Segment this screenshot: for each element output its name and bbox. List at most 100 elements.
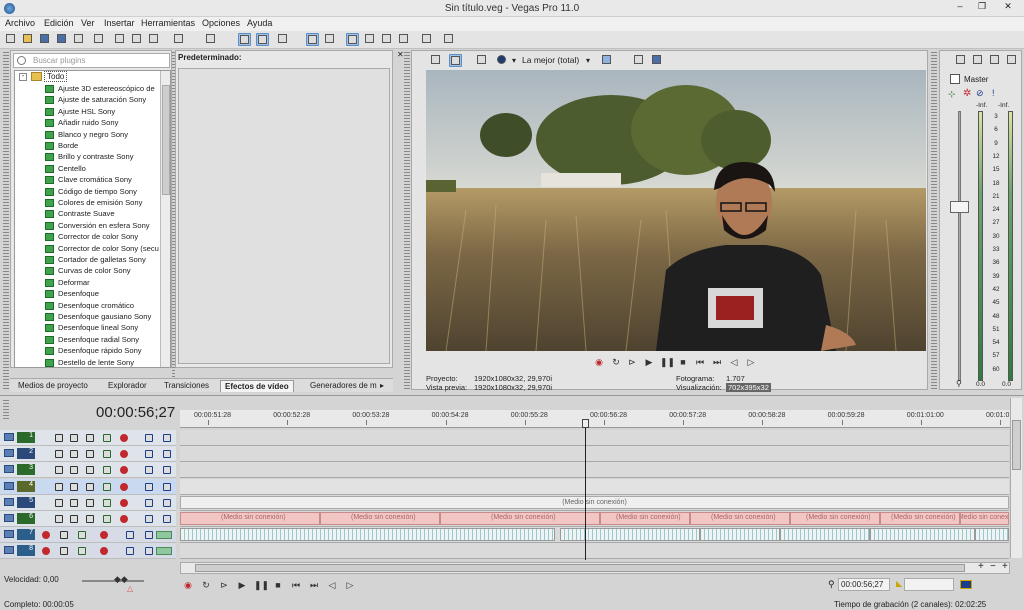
audio-clip[interactable] — [700, 528, 780, 542]
split-screen-button[interactable] — [475, 54, 488, 67]
snapshot-icon[interactable] — [960, 580, 972, 589]
more-tabs-icon[interactable]: ▸ — [380, 381, 384, 390]
video-clip[interactable]: (Medio sin conexión) — [880, 512, 960, 525]
speed-slider[interactable] — [82, 580, 144, 582]
menu-ayuda[interactable]: Ayuda — [244, 18, 275, 28]
plugin-item[interactable]: Ajuste HSL Sony — [15, 106, 170, 117]
audio-clip[interactable] — [975, 528, 1009, 542]
open-button[interactable] — [21, 33, 34, 46]
menu-opciones[interactable]: Opciones — [199, 18, 243, 28]
mute-icon[interactable]: ⊘ — [976, 88, 984, 99]
speed-handle-icon[interactable]: ◆◆ — [114, 574, 128, 585]
external-monitor-button[interactable] — [449, 54, 462, 67]
zoom-tool-button[interactable] — [397, 33, 410, 46]
plugin-item[interactable]: Ajuste 3D estereoscópico de — [15, 83, 170, 94]
plugin-item[interactable]: Desenfoque lineal Sony — [15, 322, 170, 333]
play-from-start-icon[interactable]: ⊳ — [626, 356, 638, 368]
plugin-item[interactable]: Curvas de color Sony — [15, 265, 170, 276]
solo-icon[interactable]: ! — [992, 88, 995, 98]
master-fader[interactable] — [950, 201, 969, 213]
fx-icon[interactable]: ✲ — [963, 88, 971, 99]
video-clip[interactable]: (Medio sin conexión) — [600, 512, 690, 525]
downmix-button[interactable] — [971, 54, 984, 67]
tab-explorador[interactable]: Explorador — [104, 380, 151, 392]
overlays-button[interactable] — [600, 54, 613, 67]
previous-frame-icon[interactable]: ◁ — [728, 356, 740, 368]
video-clip[interactable]: (Medio sin conexión) — [690, 512, 790, 525]
menu-edicion[interactable]: Edición — [41, 18, 77, 28]
menu-insertar[interactable]: Insertar — [101, 18, 138, 28]
auto-ripple-button[interactable] — [238, 33, 251, 46]
plugin-item[interactable]: Desenfoque rápido Sony — [15, 345, 170, 356]
panel-grip[interactable] — [931, 52, 937, 390]
tab-efectos-video[interactable]: Efectos de vídeo — [220, 380, 294, 392]
lock-faders-button[interactable] — [1005, 54, 1018, 67]
search-plugins-box[interactable]: Buscar plugins — [13, 53, 170, 68]
auto-crossfade-button[interactable] — [276, 33, 289, 46]
restore-button[interactable]: ❐ — [972, 1, 992, 15]
master-properties-button[interactable] — [954, 54, 967, 67]
new-project-button[interactable] — [4, 33, 17, 46]
scroll-thumb[interactable] — [162, 85, 170, 195]
zoom-out-icon[interactable]: − — [990, 561, 996, 572]
copy-snapshot-button[interactable] — [632, 54, 645, 67]
plugin-item[interactable]: Centello — [15, 163, 170, 174]
plugin-item[interactable]: Ajuste de saturación Sony — [15, 94, 170, 105]
selection-length-field[interactable] — [904, 578, 954, 591]
go-to-end-icon[interactable]: ⏭ — [308, 579, 320, 591]
redo-button[interactable] — [204, 33, 217, 46]
plugin-item[interactable]: Corrector de color Sony — [15, 231, 170, 242]
plugin-list-scrollbar[interactable] — [160, 71, 170, 367]
pause-icon[interactable]: ❚❚ — [254, 579, 269, 591]
video-clip[interactable]: (Medio sin conexión) — [180, 512, 320, 525]
envelope-tool-button[interactable] — [363, 33, 376, 46]
video-clip[interactable]: (Medio sin conexión) — [320, 512, 440, 525]
audio-clip[interactable] — [780, 528, 870, 542]
paste-button[interactable] — [147, 33, 160, 46]
preview-quality-button[interactable] — [495, 54, 508, 67]
plugin-item[interactable]: Deformar — [15, 277, 170, 288]
go-to-end-icon[interactable]: ⏭ — [711, 356, 723, 368]
plugin-item[interactable]: Desenfoque — [15, 288, 170, 299]
save-as-button[interactable] — [55, 33, 68, 46]
automation-icon[interactable]: ⊹ — [948, 89, 956, 100]
save-snapshot-button[interactable] — [650, 54, 663, 67]
snapping-button[interactable] — [256, 33, 269, 46]
menu-herramientas[interactable]: Herramientas — [138, 18, 198, 28]
quality-dropdown-arrow[interactable]: ▾ — [512, 56, 516, 65]
play-from-start-icon[interactable]: ⊳ — [218, 579, 230, 591]
menu-archivo[interactable]: Archivo — [2, 18, 38, 28]
properties-button[interactable] — [92, 33, 105, 46]
plugin-item[interactable]: Clave cromática Sony — [15, 174, 170, 185]
track-lane[interactable] — [180, 430, 1009, 446]
search-plugins-input[interactable]: Buscar plugins — [33, 56, 85, 65]
playhead-handle[interactable] — [582, 419, 589, 428]
tab-medios-proyecto[interactable]: Medios de proyecto — [14, 380, 92, 392]
edit-details-button[interactable] — [420, 33, 433, 46]
plugin-item[interactable]: Cortador de galletas Sony — [15, 254, 170, 265]
collapse-icon[interactable]: - — [19, 73, 27, 81]
help-button[interactable] — [442, 33, 455, 46]
plugin-item[interactable]: Desenfoque radial Sony — [15, 334, 170, 345]
plugin-item[interactable]: Desenfoque cromático — [15, 300, 170, 311]
track-lane[interactable]: (Medio sin conexión) (Medio sin conexión)… — [180, 511, 1009, 527]
playhead[interactable] — [585, 422, 586, 560]
plugin-item[interactable]: Añadir ruido Sony — [15, 117, 170, 128]
next-frame-icon[interactable]: ▷ — [745, 356, 757, 368]
preview-quality-select[interactable]: La mejor (total) — [522, 55, 579, 65]
tab-generadores[interactable]: Generadores de m — [306, 380, 378, 392]
pause-icon[interactable]: ❚❚ — [660, 356, 675, 368]
undo-button[interactable] — [172, 33, 185, 46]
track-lane[interactable] — [180, 478, 1009, 495]
panel-grip[interactable] — [3, 52, 9, 390]
zoom-in-icon[interactable]: + — [978, 561, 984, 572]
lock-envelopes-button[interactable] — [306, 33, 319, 46]
plugin-item[interactable]: Código de tiempo Sony — [15, 186, 170, 197]
timeline-vscroll[interactable] — [1010, 398, 1022, 558]
tab-transiciones[interactable]: Transiciones — [160, 380, 213, 392]
panel-grip[interactable] — [3, 400, 9, 420]
video-clip[interactable]: (Medio sin conexión) — [960, 512, 1009, 525]
video-clip[interactable]: (Medio sin conexión) — [790, 512, 880, 525]
selection-tool-button[interactable] — [380, 33, 393, 46]
plugin-item[interactable]: Corrector de color Sony (secu — [15, 243, 170, 254]
